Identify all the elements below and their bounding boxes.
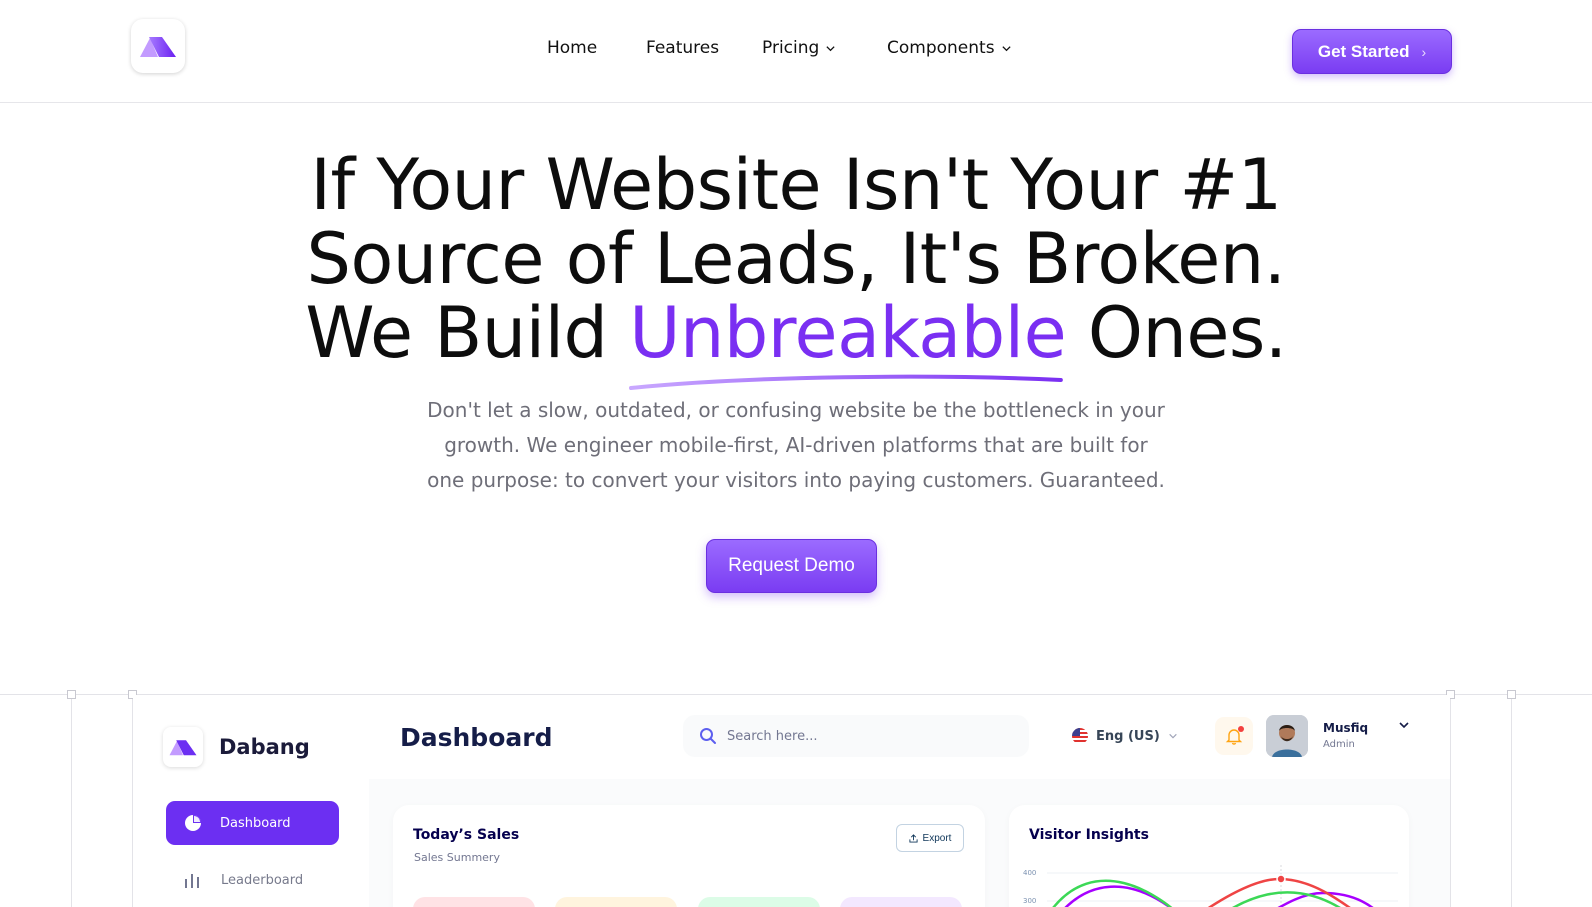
- export-label: Export: [922, 832, 952, 844]
- user-role: Admin: [1323, 739, 1355, 750]
- search-icon: [700, 728, 716, 744]
- hero-subtitle: Don't let a slow, outdated, or confusing…: [396, 393, 1196, 498]
- chevron-down-icon[interactable]: [1398, 719, 1410, 731]
- frame-handle: [1507, 690, 1516, 699]
- dashboard-preview: Dabang Dashboard Leaderboard Dashboard S…: [133, 695, 1450, 907]
- y-tick-label: 400: [1023, 869, 1036, 877]
- sidebar-item-label: Dashboard: [220, 815, 291, 831]
- dashboard-brand: Dabang: [219, 735, 310, 759]
- hero-line-3-start: We Build: [305, 292, 630, 374]
- request-demo-button[interactable]: Request Demo: [706, 539, 877, 593]
- sales-stat-card: [413, 897, 535, 907]
- todays-sales-card: Today’s Sales Sales Summery Export: [393, 805, 985, 907]
- visitor-insights-card: Visitor Insights 400 300: [1009, 805, 1409, 907]
- nav-components-label: Components: [887, 38, 995, 58]
- card-title: Today’s Sales: [413, 827, 520, 843]
- language-selector[interactable]: Eng (US): [1072, 728, 1178, 744]
- sales-stat-card: [840, 897, 962, 907]
- search-placeholder: Search here...: [727, 728, 818, 744]
- notification-badge: [1238, 726, 1244, 732]
- user-photo-icon: [1266, 715, 1308, 757]
- hero-subtitle-line-2: growth. We engineer mobile-first, AI-dri…: [444, 433, 1148, 457]
- card-subtitle: Sales Summery: [414, 851, 500, 864]
- visitor-insights-chart: 400 300: [1023, 865, 1398, 907]
- card-title: Visitor Insights: [1029, 827, 1149, 843]
- get-started-button[interactable]: Get Started ›: [1292, 29, 1452, 74]
- us-flag-icon: [1072, 728, 1088, 744]
- nav-features-link[interactable]: Features: [646, 38, 719, 58]
- get-started-label: Get Started: [1317, 41, 1410, 61]
- page-title: Dashboard: [400, 723, 553, 752]
- language-label: Eng (US): [1096, 728, 1160, 744]
- hero-headline: If Your Website Isn't Your #1 Source of …: [0, 144, 1592, 390]
- hero-subtitle-line-3: one purpose: to convert your visitors in…: [427, 468, 1165, 492]
- series-line-green: [1052, 879, 1173, 907]
- chevron-down-icon: [1001, 45, 1011, 51]
- user-name: Musfiq: [1323, 721, 1369, 735]
- nav-home-link[interactable]: Home: [547, 38, 597, 58]
- frame-handle: [67, 690, 76, 699]
- export-button[interactable]: Export: [896, 824, 964, 852]
- dashboard-header: Dashboard Search here... Eng (US) Musfiq…: [369, 695, 1450, 779]
- frame-guide-vertical: [1511, 694, 1512, 907]
- hero-subtitle-line-1: Don't let a slow, outdated, or confusing…: [427, 398, 1165, 422]
- sales-stat-card: [698, 897, 820, 907]
- top-navbar: Home Features Pricing Components Get Sta…: [0, 0, 1592, 103]
- y-tick-label: 300: [1023, 897, 1036, 905]
- sidebar-item-leaderboard[interactable]: Leaderboard: [183, 871, 303, 889]
- underline-swoosh: [629, 374, 1064, 390]
- chevron-down-icon: [1169, 733, 1177, 739]
- pie-chart-icon: [185, 815, 201, 831]
- hero-line-3-end: Ones.: [1066, 292, 1287, 374]
- nav-pricing-label: Pricing: [762, 38, 820, 58]
- nav-pricing-dropdown[interactable]: Pricing: [762, 38, 836, 58]
- bar-chart-icon: [185, 874, 199, 888]
- hero-line-3: We Build Unbreakable Ones.: [0, 296, 1592, 390]
- hero-line-2: Source of Leads, It's Broken.: [306, 218, 1286, 300]
- dashboard-sidebar: Dabang Dashboard Leaderboard: [133, 695, 369, 907]
- chevron-down-icon: [826, 45, 835, 51]
- dashboard-logo[interactable]: [163, 727, 203, 767]
- upload-icon: [908, 833, 918, 843]
- notifications-button[interactable]: [1215, 717, 1253, 755]
- hero-line-1: If Your Website Isn't Your #1: [310, 144, 1282, 226]
- hero-highlight-text: Unbreakable: [629, 292, 1067, 374]
- frame-guide-vertical: [1450, 694, 1451, 907]
- dashboard-main: Dashboard Search here... Eng (US) Musfiq…: [369, 695, 1450, 907]
- nav-features-label: Features: [646, 38, 720, 58]
- search-input[interactable]: Search here...: [683, 715, 1029, 757]
- logo-icon: [169, 740, 197, 756]
- nav-components-dropdown[interactable]: Components: [887, 38, 1012, 58]
- frame-guide-vertical: [71, 694, 72, 907]
- nav-home-label: Home: [547, 38, 598, 58]
- chevron-right-icon: ›: [1421, 43, 1427, 60]
- highlight-point: [1276, 874, 1286, 884]
- request-demo-label: Request Demo: [728, 555, 855, 576]
- hero-highlight-word: Unbreakable: [629, 296, 1067, 390]
- sidebar-item-label: Leaderboard: [221, 872, 304, 888]
- avatar[interactable]: [1266, 715, 1308, 757]
- sidebar-item-dashboard[interactable]: Dashboard: [166, 801, 339, 845]
- sales-stat-card: [555, 897, 677, 907]
